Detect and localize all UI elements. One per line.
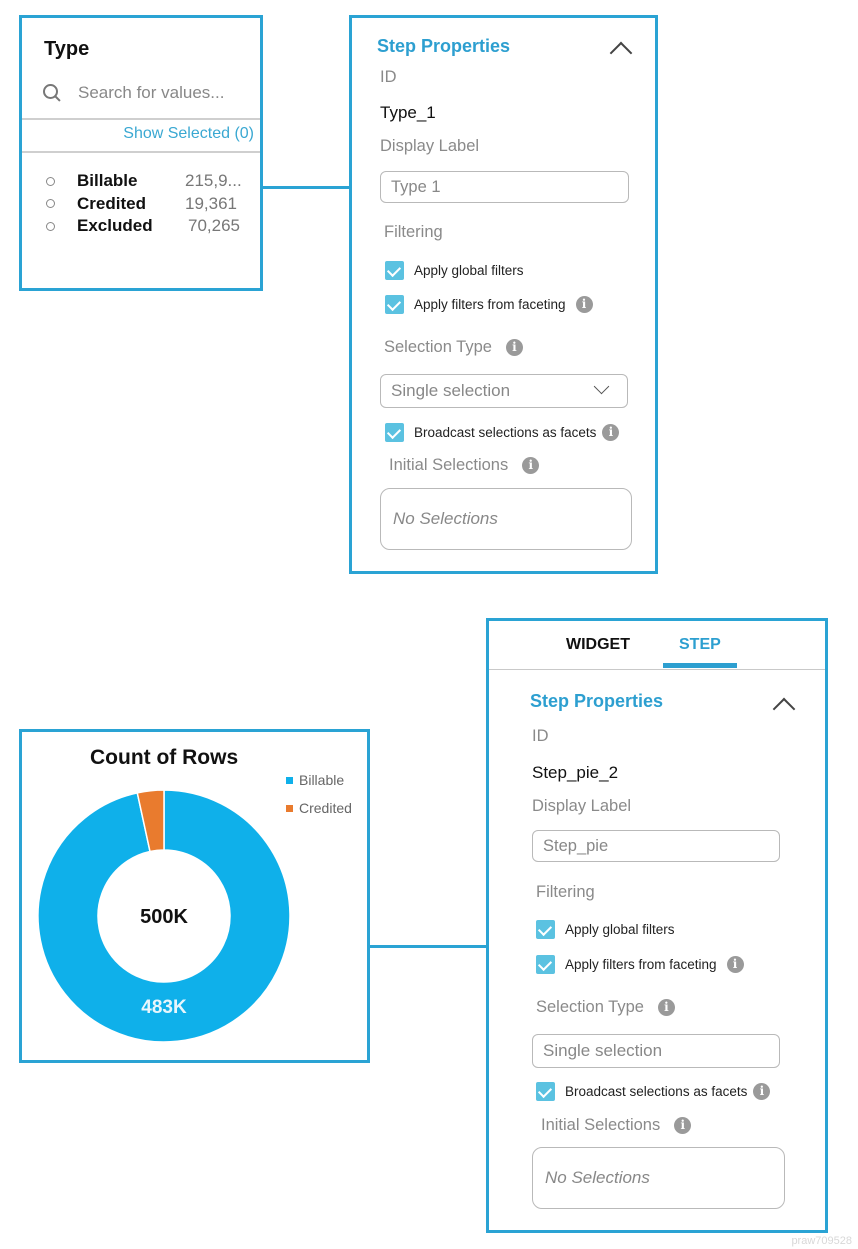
divider — [22, 118, 260, 120]
list-item[interactable]: Credited 19,361 — [44, 193, 244, 216]
apply-filters-faceting-row[interactable]: Apply filters from faceting i — [385, 295, 593, 314]
type-filter-widget: Type Show Selected (0) Billable 215,9...… — [19, 15, 263, 291]
selection-type-text: Selection Type — [384, 338, 492, 356]
initial-selections-box[interactable]: No Selections — [532, 1147, 785, 1209]
step-properties-panel-pie: WIDGET STEP Step Properties ID Step_pie_… — [486, 618, 828, 1233]
selection-type-dropdown[interactable]: Single selection — [380, 374, 628, 408]
broadcast-selections-checkbox[interactable] — [385, 423, 404, 442]
selection-type-text: Selection Type — [536, 998, 644, 1016]
info-icon[interactable]: i — [575, 296, 593, 313]
info-icon[interactable]: i — [657, 999, 675, 1016]
chevron-down-icon — [593, 378, 610, 395]
info-icon[interactable]: i — [522, 457, 540, 474]
apply-global-filters-checkbox[interactable] — [385, 261, 404, 280]
apply-filters-faceting-label: Apply filters from faceting — [414, 297, 566, 312]
initial-selections-label: Initial Selections i — [389, 456, 540, 475]
value-label: Credited — [77, 193, 146, 213]
value-count: 19,361 — [185, 193, 237, 213]
step-properties-panel-type: Step Properties ID Type_1 Display Label … — [349, 15, 658, 574]
radio-button[interactable] — [46, 199, 55, 209]
initial-selections-text: Initial Selections — [389, 456, 509, 474]
search-row — [42, 82, 240, 104]
broadcast-selections-row[interactable]: Broadcast selections as facets i — [536, 1082, 771, 1101]
selection-type-label: Selection Type i — [536, 998, 675, 1017]
initial-selections-text: Initial Selections — [541, 1116, 661, 1134]
value-label: Excluded — [77, 216, 153, 236]
initial-selections-box[interactable]: No Selections — [380, 488, 632, 550]
info-icon[interactable]: i — [505, 339, 523, 356]
id-value: Step_pie_2 — [532, 763, 619, 782]
search-input[interactable] — [76, 82, 240, 104]
radio-button[interactable] — [46, 176, 55, 186]
id-label: ID — [380, 68, 397, 86]
list-item[interactable]: Billable 215,9... — [44, 170, 244, 193]
watermark-id: praw709528 — [791, 1235, 852, 1247]
radio-button[interactable] — [46, 221, 55, 231]
apply-filters-faceting-checkbox[interactable] — [536, 955, 555, 974]
connector-line-top — [262, 186, 350, 189]
show-selected-link[interactable]: Show Selected (0) — [123, 125, 254, 143]
tab-step[interactable]: STEP — [679, 636, 721, 654]
selection-type-label: Selection Type i — [384, 338, 523, 357]
donut-chart-widget: Count of Rows Billable Credited 500K 483K — [19, 729, 370, 1063]
data-label-billable: 483K — [141, 997, 187, 1018]
apply-global-filters-checkbox[interactable] — [536, 920, 555, 939]
broadcast-selections-checkbox[interactable] — [536, 1082, 555, 1101]
search-icon — [42, 83, 62, 103]
broadcast-selections-label: Broadcast selections as facets — [565, 1084, 748, 1099]
id-value: Type_1 — [380, 103, 436, 122]
apply-global-filters-label: Apply global filters — [565, 922, 675, 937]
section-title: Step Properties — [377, 36, 511, 56]
list-item[interactable]: Excluded 70,265 — [44, 215, 244, 238]
filtering-label: Filtering — [536, 883, 595, 901]
info-icon[interactable]: i — [753, 1083, 771, 1100]
display-label-label: Display Label — [380, 137, 480, 155]
connector-line-bottom — [369, 945, 487, 948]
initial-selections-label: Initial Selections i — [541, 1116, 692, 1135]
value-count: 70,265 — [188, 216, 240, 236]
broadcast-selections-label: Broadcast selections as facets — [414, 425, 597, 440]
chevron-up-icon[interactable] — [772, 697, 796, 721]
apply-global-filters-row[interactable]: Apply global filters — [385, 261, 524, 280]
values-list: Billable 215,9... Credited 19,361 Exclud… — [44, 170, 244, 238]
value-label: Billable — [77, 171, 138, 191]
display-label-input[interactable] — [532, 830, 780, 862]
info-icon[interactable]: i — [674, 1117, 692, 1134]
chevron-up-icon[interactable] — [609, 41, 633, 65]
selection-type-dropdown[interactable]: Single selection — [532, 1034, 780, 1068]
info-icon[interactable]: i — [726, 956, 744, 973]
value-count: 215,9... — [185, 171, 242, 191]
tab-bar: WIDGET STEP — [489, 621, 825, 670]
divider — [22, 151, 260, 153]
filtering-label: Filtering — [384, 223, 443, 241]
filter-title: Type — [44, 38, 90, 60]
display-label-label: Display Label — [532, 797, 632, 815]
apply-filters-faceting-label: Apply filters from faceting — [565, 957, 717, 972]
apply-global-filters-label: Apply global filters — [414, 263, 524, 278]
broadcast-selections-row[interactable]: Broadcast selections as facets i — [385, 423, 620, 442]
selection-type-value: Single selection — [391, 381, 511, 400]
section-title: Step Properties — [530, 691, 664, 711]
apply-filters-faceting-checkbox[interactable] — [385, 295, 404, 314]
id-label: ID — [532, 727, 549, 745]
donut-center-label: 500K — [140, 906, 188, 928]
info-icon[interactable]: i — [602, 424, 620, 441]
display-label-input[interactable] — [380, 171, 629, 203]
selection-type-value: Single selection — [543, 1041, 663, 1060]
active-tab-indicator — [663, 663, 737, 668]
tab-widget[interactable]: WIDGET — [566, 636, 630, 654]
apply-filters-faceting-row[interactable]: Apply filters from faceting i — [536, 955, 744, 974]
apply-global-filters-row[interactable]: Apply global filters — [536, 920, 675, 939]
donut-chart: 500K 483K — [37, 789, 291, 1043]
